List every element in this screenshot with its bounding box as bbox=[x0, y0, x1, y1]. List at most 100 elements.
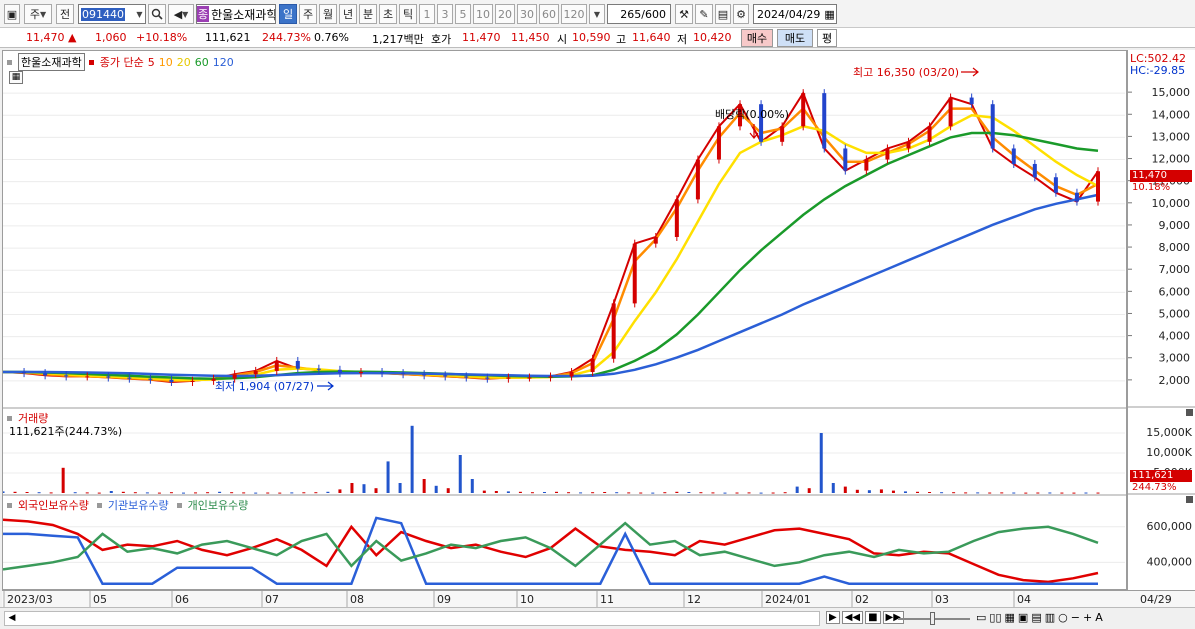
candle-body bbox=[422, 374, 427, 376]
volume-bar bbox=[831, 483, 835, 493]
horizontal-scrollbar[interactable]: ◀ bbox=[4, 611, 820, 626]
step-right-icon[interactable]: ▶ bbox=[826, 611, 840, 624]
volume-bar bbox=[338, 489, 342, 493]
calendar-icon[interactable]: ▦ bbox=[824, 8, 834, 21]
sell-button[interactable]: 매도 bbox=[777, 29, 813, 47]
zoom-icon[interactable]: ○ bbox=[1058, 611, 1068, 624]
code-dropdown-icon[interactable]: ▼ bbox=[133, 4, 146, 24]
gear-icon[interactable]: ⚙ bbox=[733, 4, 749, 24]
volume-bar bbox=[1060, 492, 1064, 494]
date-tick-label: 04 bbox=[1017, 593, 1031, 606]
scroll-left-icon[interactable]: ◀ bbox=[5, 612, 19, 625]
layout-quad-icon[interactable]: ▣ bbox=[1018, 611, 1028, 624]
interval-3[interactable]: 3 bbox=[437, 4, 453, 24]
layout-cols-icon[interactable]: ▥ bbox=[1045, 611, 1055, 624]
stock-label[interactable]: 한울소재과학 bbox=[18, 53, 85, 71]
window-menu-icon[interactable]: ▣ bbox=[4, 4, 20, 24]
candle-body bbox=[843, 148, 848, 171]
price-tick-label: 2,000 bbox=[1159, 374, 1191, 387]
candle-body bbox=[927, 126, 932, 142]
volume-bar bbox=[891, 490, 895, 493]
price-tick-label: 9,000 bbox=[1159, 219, 1191, 232]
layout-list-icon[interactable]: ▤ bbox=[1031, 611, 1041, 624]
panel-close-icon[interactable] bbox=[1186, 409, 1193, 416]
interval-30[interactable]: 30 bbox=[517, 4, 537, 24]
volume-bar bbox=[952, 492, 956, 494]
open-label: 시 bbox=[557, 33, 568, 46]
zoom-slider[interactable] bbox=[898, 611, 970, 626]
dividend-annotation: 배당락(0.00%) bbox=[715, 108, 789, 121]
price-tick-label: 13,000 bbox=[1152, 130, 1191, 143]
interval-1[interactable]: 1 bbox=[419, 4, 435, 24]
volume-bar bbox=[218, 491, 222, 493]
hoga-label: 호가 bbox=[431, 33, 452, 46]
volume-tick-label: 15,000K bbox=[1146, 426, 1192, 439]
toolbar: ▣ 주 ▼ 전 091440 ▼ ◀ ▼ 종 한울소재과학 일 주 월 년 분 초 … bbox=[0, 0, 1195, 28]
period-month[interactable]: 월 bbox=[319, 4, 337, 24]
layout-grid-icon[interactable]: ▦ bbox=[1005, 611, 1015, 624]
stock-name-box[interactable]: 종 한울소재과학 bbox=[196, 4, 276, 24]
interval-dropdown-icon[interactable]: ▼ bbox=[589, 4, 605, 24]
chart-area[interactable]: 한울소재과학 종가 단순 5 10 20 60 120 ▦ 최고 16,350 … bbox=[2, 50, 1128, 590]
date-tick-label: 08 bbox=[350, 593, 364, 606]
date-tick-label: 04/29 bbox=[1140, 593, 1172, 606]
interval-10[interactable]: 10 bbox=[473, 4, 493, 24]
candle-body bbox=[485, 377, 490, 379]
chart-tool-icon[interactable]: ⚒ bbox=[675, 4, 693, 24]
candle-body bbox=[611, 303, 616, 359]
price-change: 1,060 bbox=[95, 31, 127, 44]
period-year[interactable]: 년 bbox=[339, 4, 357, 24]
market-select[interactable]: 주 ▼ bbox=[24, 4, 52, 24]
draw-tool-icon[interactable]: ✎ bbox=[695, 4, 713, 24]
volume-bar bbox=[13, 491, 17, 493]
volume-bar bbox=[434, 485, 438, 493]
volume-bar bbox=[85, 492, 89, 494]
prev-button[interactable]: 전 bbox=[56, 4, 74, 24]
buy-button[interactable]: 매수 bbox=[741, 29, 773, 47]
volume-bar bbox=[675, 491, 679, 493]
ma-line-60 bbox=[3, 131, 1099, 380]
volume-tick-label: 10,000K bbox=[1146, 446, 1192, 459]
plus-icon[interactable]: + bbox=[1083, 611, 1092, 624]
evaluate-button[interactable]: 평 bbox=[817, 29, 837, 47]
minus-icon[interactable]: − bbox=[1071, 611, 1080, 624]
data-count-box[interactable]: 265/600 bbox=[607, 4, 671, 24]
interval-20[interactable]: 20 bbox=[495, 4, 515, 24]
interval-120[interactable]: 120 bbox=[561, 4, 587, 24]
period-tick[interactable]: 틱 bbox=[399, 4, 417, 24]
volume-bar bbox=[458, 455, 462, 493]
volume-bar bbox=[422, 479, 426, 493]
table-icon[interactable]: ▦ bbox=[9, 71, 23, 84]
layout-single-icon[interactable]: ▭ bbox=[976, 611, 986, 624]
interval-60[interactable]: 60 bbox=[539, 4, 559, 24]
panel-close-icon[interactable] bbox=[1186, 496, 1193, 503]
legend-square-icon bbox=[176, 502, 182, 508]
zoom-slider-handle[interactable] bbox=[930, 612, 935, 625]
layout-split-icon[interactable]: ▯▯ bbox=[989, 611, 1001, 624]
volume-bar bbox=[254, 492, 258, 494]
sound-icon[interactable]: ◀ ▼ bbox=[168, 4, 194, 24]
period-day[interactable]: 일 bbox=[279, 4, 297, 24]
right-price-axis[interactable]: 2,000 3,000 4,000 5,000 6,000 7,000 8,000 9,000… bbox=[1127, 50, 1195, 590]
date-input[interactable]: 2024/04/29 ▦ bbox=[753, 4, 837, 24]
period-week[interactable]: 주 bbox=[299, 4, 317, 24]
market-label: 주 bbox=[29, 8, 40, 21]
font-size-icon[interactable]: A bbox=[1095, 611, 1103, 624]
volume-bar bbox=[1024, 492, 1028, 494]
volume-bar bbox=[169, 492, 173, 494]
period-second[interactable]: 초 bbox=[379, 4, 397, 24]
candle-body bbox=[148, 378, 153, 380]
candle-body bbox=[1074, 192, 1079, 202]
ma-20: 20 bbox=[176, 55, 191, 69]
save-icon[interactable]: ▤ bbox=[715, 4, 731, 24]
date-axis: 2023/03 05 06 07 08 09 10 11 12 2024/01 02 03 04 04/2… bbox=[2, 590, 1195, 608]
rewind-icon[interactable]: ◀◀ bbox=[841, 611, 864, 624]
volume-bar bbox=[1072, 492, 1076, 494]
candle-body bbox=[527, 377, 532, 379]
interval-5[interactable]: 5 bbox=[455, 4, 471, 24]
stop-icon[interactable]: ■ bbox=[865, 611, 881, 624]
search-icon[interactable] bbox=[148, 4, 166, 24]
period-minute[interactable]: 분 bbox=[359, 4, 377, 24]
volume-bar bbox=[1036, 492, 1040, 494]
volume-bar bbox=[807, 488, 811, 493]
